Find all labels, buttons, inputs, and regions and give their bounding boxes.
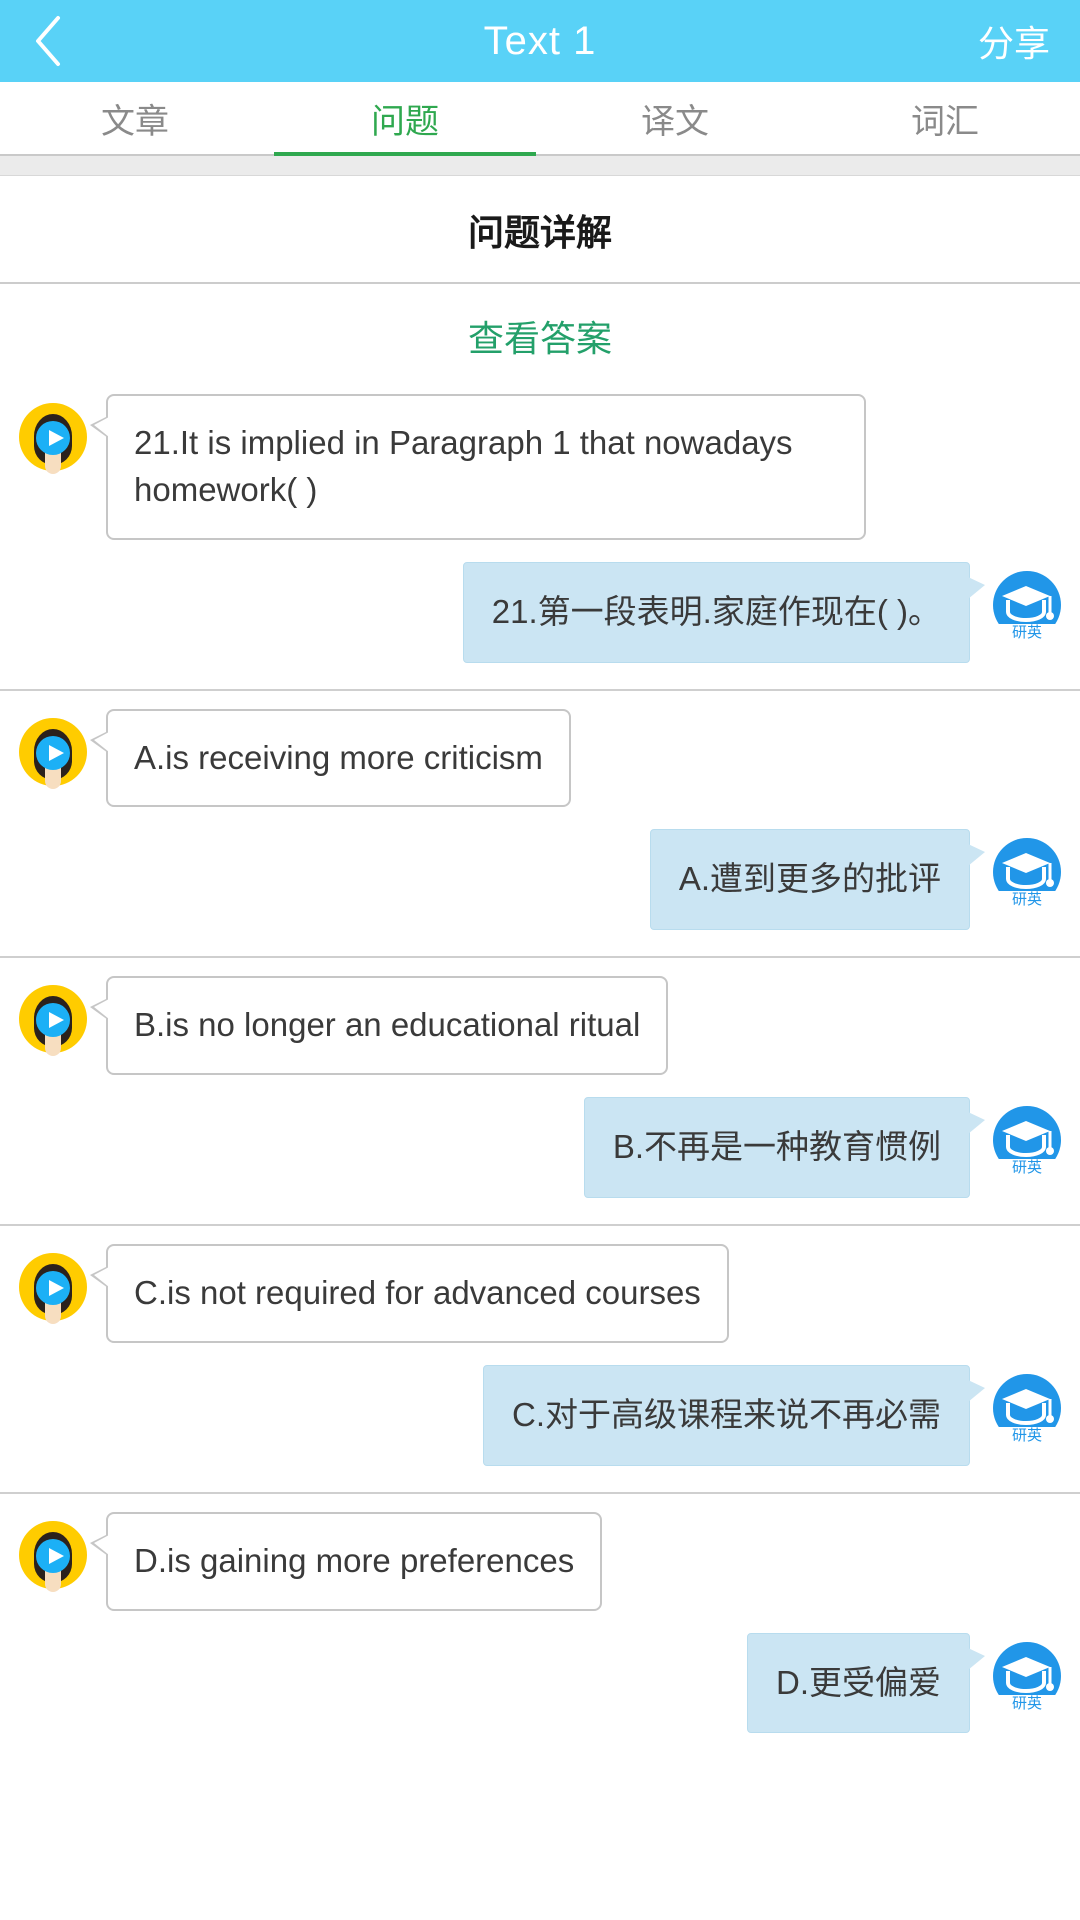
tab-separator-band: [0, 156, 1080, 176]
user-play-avatar-icon[interactable]: [14, 1516, 92, 1594]
qa-block-option-d: D.is gaining more preferences D.更受偏爱 研英: [0, 1511, 1080, 1760]
question-bubble-chinese: 21.第一段表明.家庭作现在( )。: [462, 561, 986, 663]
message-row-english: D.is gaining more preferences: [0, 1511, 1080, 1611]
answer-link-container: 查看答案: [0, 284, 1080, 376]
user-play-avatar-icon[interactable]: [14, 980, 92, 1058]
tab-vocabulary[interactable]: 词汇: [810, 82, 1080, 154]
message-row-english: B.is no longer an educational ritual: [0, 976, 1080, 1076]
option-bubble-chinese: C.对于高级课程来说不再必需: [483, 1364, 985, 1466]
message-row-chinese: A.遭到更多的批评 研英: [0, 829, 1080, 931]
message-row-chinese: C.对于高级课程来说不再必需 研英: [0, 1364, 1080, 1466]
message-row-chinese: D.更受偏爱 研英: [0, 1632, 1080, 1734]
message-row-chinese: 21.第一段表明.家庭作现在( )。 研英: [0, 561, 1080, 663]
message-row-english: A.is receiving more criticism: [0, 708, 1080, 808]
qa-block-option-c: C.is not required for advanced courses C…: [0, 1244, 1080, 1494]
option-bubble-chinese: A.遭到更多的批评: [649, 829, 986, 931]
option-bubble-english: B.is no longer an educational ritual: [89, 976, 669, 1076]
view-answer-link[interactable]: 查看答案: [468, 310, 612, 362]
navigation-bar: Text 1 分享: [0, 0, 1080, 82]
message-row-english: C.is not required for advanced courses: [0, 1244, 1080, 1343]
svg-text:研英: 研英: [1012, 1158, 1042, 1176]
tab-vocabulary-label: 词汇: [911, 102, 979, 141]
tab-questions[interactable]: 问题: [270, 82, 540, 154]
tab-bar: 文章 问题 译文 词汇: [0, 82, 1080, 156]
section-title: 问题详解: [0, 176, 1080, 284]
option-bubble-chinese: D.更受偏爱: [747, 1632, 985, 1734]
svg-text:研英: 研英: [1012, 1426, 1042, 1444]
kaoyan-english-logo-icon[interactable]: 研英: [988, 1369, 1066, 1447]
tab-questions-label: 问题: [371, 102, 439, 141]
user-play-avatar-icon[interactable]: [14, 713, 92, 791]
option-bubble-english: A.is receiving more criticism: [90, 708, 571, 808]
option-bubble-english: C.is not required for advanced courses: [90, 1244, 729, 1343]
tab-article[interactable]: 文章: [0, 82, 270, 154]
question-bubble-english: 21.It is implied in Paragraph 1 that now…: [90, 394, 866, 540]
content-scroll-area[interactable]: 问题详解 查看答案 21.It is implied in Paragraph …: [0, 176, 1080, 1920]
share-button[interactable]: 分享: [978, 15, 1050, 67]
message-row-chinese: B.不再是一种教育惯例 研英: [0, 1097, 1080, 1199]
message-row-english: 21.It is implied in Paragraph 1 that now…: [0, 394, 1080, 540]
kaoyan-english-logo-icon[interactable]: 研英: [988, 566, 1066, 644]
user-play-avatar-icon[interactable]: [14, 1248, 92, 1326]
svg-text:研英: 研英: [1012, 890, 1042, 908]
kaoyan-english-logo-icon[interactable]: 研英: [988, 1637, 1066, 1715]
page-title: Text 1: [483, 18, 597, 63]
tab-article-label: 文章: [101, 102, 169, 141]
tab-translation[interactable]: 译文: [540, 82, 810, 154]
kaoyan-english-logo-icon[interactable]: 研英: [988, 833, 1066, 911]
kaoyan-english-logo-icon[interactable]: 研英: [988, 1101, 1066, 1179]
svg-text:研英: 研英: [1012, 623, 1042, 641]
tab-translation-label: 译文: [641, 102, 709, 141]
qa-block-option-a: A.is receiving more criticism A.遭到更多的批评 …: [0, 708, 1080, 959]
back-button[interactable]: [30, 14, 90, 68]
option-bubble-english: D.is gaining more preferences: [89, 1511, 603, 1611]
svg-text:研英: 研英: [1012, 1694, 1042, 1712]
qa-block-option-b: B.is no longer an educational ritual B.不…: [0, 976, 1080, 1227]
user-play-avatar-icon[interactable]: [14, 398, 92, 476]
option-bubble-chinese: B.不再是一种教育惯例: [583, 1097, 986, 1199]
chevron-left-icon: [30, 14, 64, 68]
qa-block-question: 21.It is implied in Paragraph 1 that now…: [0, 394, 1080, 691]
